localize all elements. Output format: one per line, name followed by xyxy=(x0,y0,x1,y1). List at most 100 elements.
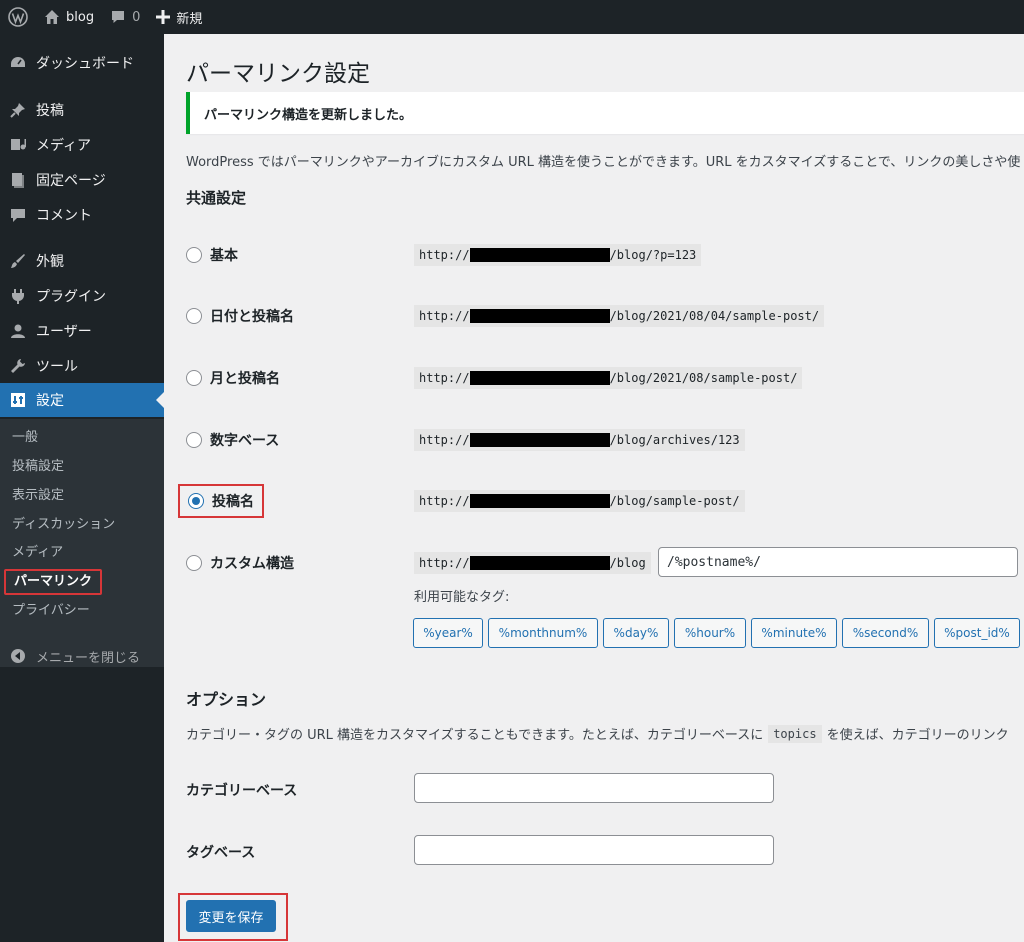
common-settings-heading: 共通設定 xyxy=(186,189,247,207)
url-example-plain: http:///blog/?p=123 xyxy=(414,244,702,266)
radio-plain[interactable] xyxy=(186,247,202,263)
tag-base-label: タグベース xyxy=(186,845,256,861)
site-name-link[interactable]: blog xyxy=(36,0,102,34)
wrench-icon xyxy=(0,357,36,375)
intro-text: WordPress ではパーマリンクやアーカイブにカスタム URL 構造を使うこ… xyxy=(186,155,1021,170)
sidebar-item-label: ユーザー xyxy=(36,324,92,340)
sidebar-item-label: コメント xyxy=(36,208,92,224)
tag-button-second[interactable]: %second% xyxy=(842,618,929,648)
radio-post-name[interactable] xyxy=(188,493,204,509)
home-icon xyxy=(44,9,60,25)
url-example-month-name: http:///blog/2021/08/sample-post/ xyxy=(414,367,803,389)
success-notice: パーマリンク構造を更新しました。 xyxy=(186,92,1024,134)
sidebar-item-comments[interactable]: コメント xyxy=(0,198,164,232)
submenu-general[interactable]: 一般 xyxy=(12,427,38,449)
custom-structure-input[interactable] xyxy=(658,547,1018,577)
sidebar-item-media[interactable]: メディア xyxy=(0,128,164,162)
category-base-label: カテゴリーベース xyxy=(186,783,298,799)
media-icon xyxy=(0,136,36,154)
sidebar-item-label: ツール xyxy=(36,359,78,375)
redacted-domain xyxy=(469,556,610,570)
admin-bar: blog 0 新規 xyxy=(0,0,1024,34)
permalink-option-month-name[interactable]: 月と投稿名 xyxy=(186,365,280,391)
redacted-domain xyxy=(469,433,610,447)
settings-submenu: 一般 投稿設定 表示設定 ディスカッション メディア パーマリンク プライバシー xyxy=(0,419,164,667)
comment-icon xyxy=(0,206,36,224)
collapse-arrow-icon xyxy=(0,648,36,664)
sidebar-item-label: 投稿 xyxy=(36,103,64,119)
sidebar-item-settings[interactable]: 設定 xyxy=(0,383,164,417)
radio-custom[interactable] xyxy=(186,555,202,571)
brush-icon xyxy=(0,252,36,270)
submenu-writing[interactable]: 投稿設定 xyxy=(12,456,64,478)
collapse-menu-label: メニューを閉じる xyxy=(36,650,141,666)
sidebar-item-label: メディア xyxy=(36,138,92,154)
radio-day-name[interactable] xyxy=(186,308,202,324)
radio-month-name[interactable] xyxy=(186,370,202,386)
sidebar-item-label: 外観 xyxy=(36,254,64,270)
submenu-discussion[interactable]: ディスカッション xyxy=(12,514,115,536)
main-content: パーマリンク設定 パーマリンク構造を更新しました。 WordPress ではパー… xyxy=(164,34,1024,942)
option-label: 日付と投稿名 xyxy=(210,309,294,325)
page-title: パーマリンク設定 xyxy=(186,61,370,87)
options-description: カテゴリー・タグの URL 構造をカスタマイズすることもできます。たとえば、カテ… xyxy=(186,724,1009,743)
comments-count: 0 xyxy=(132,9,141,25)
permalink-option-numeric[interactable]: 数字ベース xyxy=(186,427,279,453)
tag-button-hour[interactable]: %hour% xyxy=(674,618,746,648)
category-base-input[interactable] xyxy=(414,773,774,803)
url-example-numeric: http:///blog/archives/123 xyxy=(414,429,745,451)
tag-button-minute[interactable]: %minute% xyxy=(751,618,837,648)
submenu-privacy[interactable]: プライバシー xyxy=(12,600,90,622)
option-label: 基本 xyxy=(210,248,238,264)
comment-bubble-icon xyxy=(110,9,126,25)
tag-button-monthnum[interactable]: %monthnum% xyxy=(488,618,598,648)
permalink-option-day-name[interactable]: 日付と投稿名 xyxy=(186,303,294,329)
collapse-menu-button[interactable]: メニューを閉じる xyxy=(0,639,140,673)
notice-text: パーマリンク構造を更新しました。 xyxy=(204,107,413,123)
tag-button-day[interactable]: %day% xyxy=(603,618,669,648)
topics-code: topics xyxy=(768,724,822,743)
sidebar-item-pages[interactable]: 固定ページ xyxy=(0,163,164,197)
user-icon xyxy=(0,322,36,340)
submenu-permalinks[interactable]: パーマリンク xyxy=(4,569,103,595)
sidebar-item-dashboard[interactable]: ダッシュボード xyxy=(0,46,164,80)
wordpress-logo-icon[interactable] xyxy=(0,0,36,34)
submenu-media[interactable]: メディア xyxy=(12,542,63,564)
page-icon xyxy=(0,171,36,189)
new-content-link[interactable]: 新規 xyxy=(148,0,210,34)
admin-sidebar: ダッシュボード 投稿 メディア 固定ページ コメント 外観 プラグイン ユーザー… xyxy=(0,34,164,942)
redacted-domain xyxy=(469,494,610,508)
plus-icon xyxy=(156,10,171,24)
options-heading: オプション xyxy=(186,690,267,709)
sidebar-item-label: 設定 xyxy=(36,393,64,409)
dashboard-icon xyxy=(0,54,36,72)
redacted-domain xyxy=(469,371,610,385)
comments-link[interactable]: 0 xyxy=(102,0,148,34)
url-example-day-name: http:///blog/2021/08/04/sample-post/ xyxy=(414,305,825,327)
sidebar-item-users[interactable]: ユーザー xyxy=(0,314,164,348)
url-example-post-name: http:///blog/sample-post/ xyxy=(414,490,745,512)
sidebar-item-plugins[interactable]: プラグイン xyxy=(0,279,164,313)
sidebar-item-tools[interactable]: ツール xyxy=(0,349,164,383)
submenu-reading[interactable]: 表示設定 xyxy=(12,485,64,507)
radio-numeric[interactable] xyxy=(186,432,202,448)
option-label: 投稿名 xyxy=(212,494,254,510)
site-name: blog xyxy=(66,9,95,25)
tag-base-input[interactable] xyxy=(414,835,774,865)
option-label: 月と投稿名 xyxy=(210,371,280,387)
save-changes-button[interactable]: 変更を保存 xyxy=(186,900,276,932)
settings-icon xyxy=(0,391,36,409)
sidebar-item-appearance[interactable]: 外観 xyxy=(0,244,164,278)
pin-icon xyxy=(0,101,36,119)
permalink-option-custom[interactable]: カスタム構造 xyxy=(186,550,294,576)
option-label: カスタム構造 xyxy=(210,556,294,572)
sidebar-item-label: 固定ページ xyxy=(36,173,106,189)
permalink-option-post-name[interactable]: 投稿名 xyxy=(178,484,264,518)
option-label: 数字ベース xyxy=(210,433,280,449)
tag-button-post-id[interactable]: %post_id% xyxy=(934,618,1020,648)
sidebar-item-posts[interactable]: 投稿 xyxy=(0,93,164,127)
tag-button-year[interactable]: %year% xyxy=(413,618,483,648)
permalink-option-plain[interactable]: 基本 xyxy=(186,242,238,268)
sidebar-item-label: プラグイン xyxy=(36,289,106,305)
available-tags-label: 利用可能なタグ: xyxy=(414,590,510,605)
